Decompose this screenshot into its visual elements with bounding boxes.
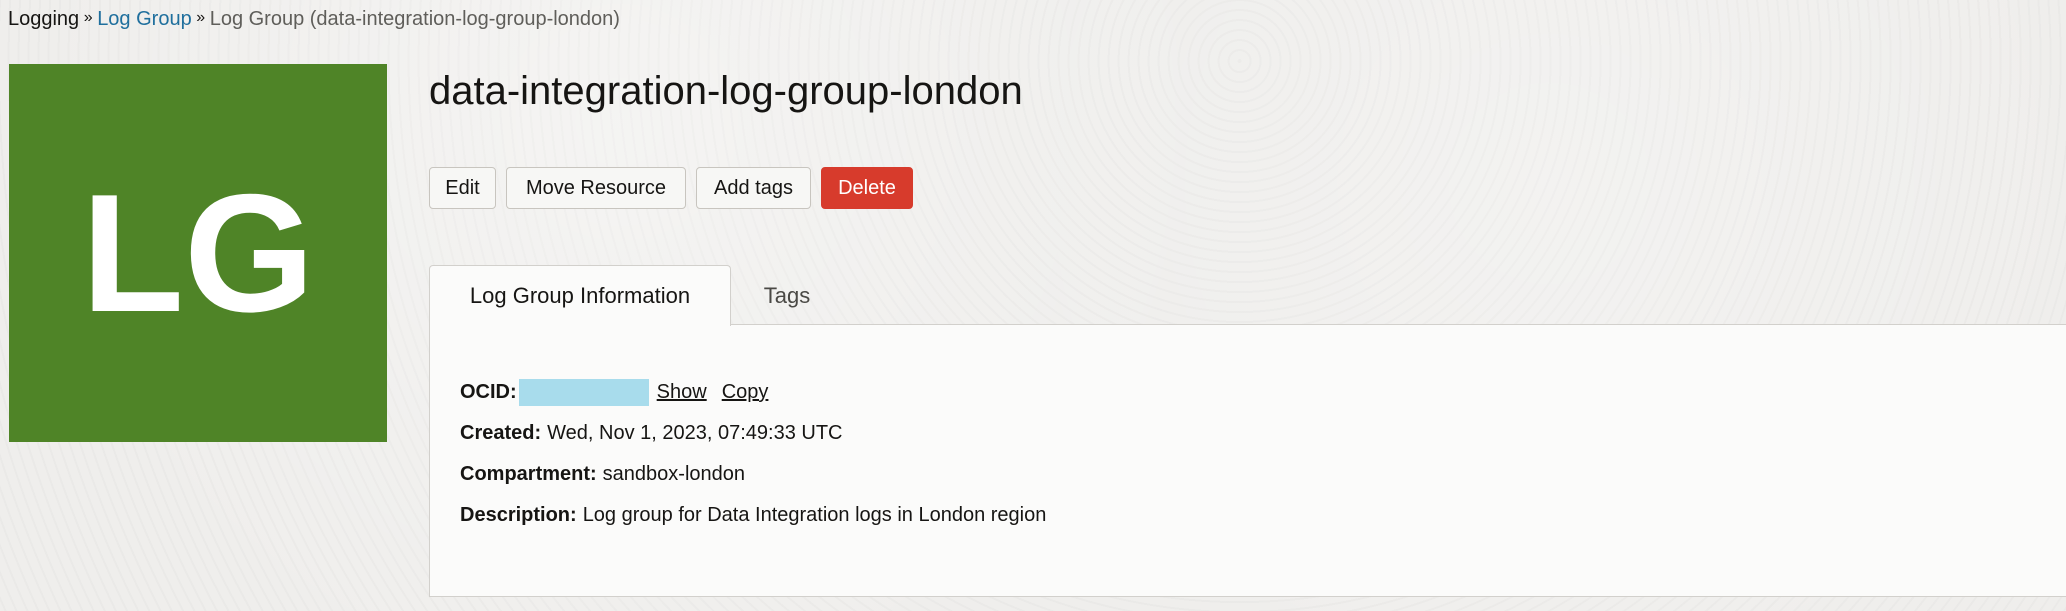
log-group-information: OCID: Show Copy Created: Wed, Nov 1, 202… — [460, 372, 1046, 536]
compartment-row: Compartment: sandbox-london — [460, 454, 1046, 495]
created-row: Created: Wed, Nov 1, 2023, 07:49:33 UTC — [460, 413, 1046, 454]
breadcrumb-logging: Logging — [8, 7, 80, 30]
move-resource-button[interactable]: Move Resource — [506, 167, 686, 209]
add-tags-button[interactable]: Add tags — [696, 167, 811, 209]
description-value: Log group for Data Integration logs in L… — [582, 504, 1047, 526]
breadcrumb: Logging » Log Group » Log Group (data-in… — [8, 6, 620, 32]
ocid-label: OCID: — [460, 381, 517, 403]
created-value: Wed, Nov 1, 2023, 07:49:33 UTC — [547, 422, 843, 444]
compartment-value: sandbox-london — [602, 463, 746, 485]
show-ocid-link[interactable]: Show — [657, 381, 707, 404]
breadcrumb-log-group-link[interactable]: Log Group — [97, 8, 192, 31]
tab-log-group-information[interactable]: Log Group Information — [429, 265, 731, 326]
compartment-label: Compartment: — [460, 463, 597, 485]
edit-button[interactable]: Edit — [429, 167, 496, 209]
ocid-redacted-value — [518, 379, 649, 406]
page-title: data-integration-log-group-london — [429, 69, 1023, 113]
breadcrumb-separator-icon: » — [196, 9, 206, 26]
description-row: Description: Log group for Data Integrat… — [460, 495, 1046, 536]
breadcrumb-current: Log Group (data-integration-log-group-lo… — [209, 7, 620, 30]
tab-tags[interactable]: Tags — [731, 266, 843, 325]
details-tabs: Log Group Information Tags — [429, 265, 843, 326]
resource-avatar: LG — [9, 64, 387, 442]
breadcrumb-separator-icon: » — [83, 9, 93, 26]
action-toolbar: Edit Move Resource Add tags Delete — [429, 167, 913, 209]
delete-button[interactable]: Delete — [821, 167, 913, 209]
ocid-row: OCID: Show Copy — [460, 372, 1046, 413]
created-label: Created: — [460, 422, 542, 444]
copy-ocid-link[interactable]: Copy — [722, 381, 769, 404]
description-label: Description: — [460, 504, 577, 526]
